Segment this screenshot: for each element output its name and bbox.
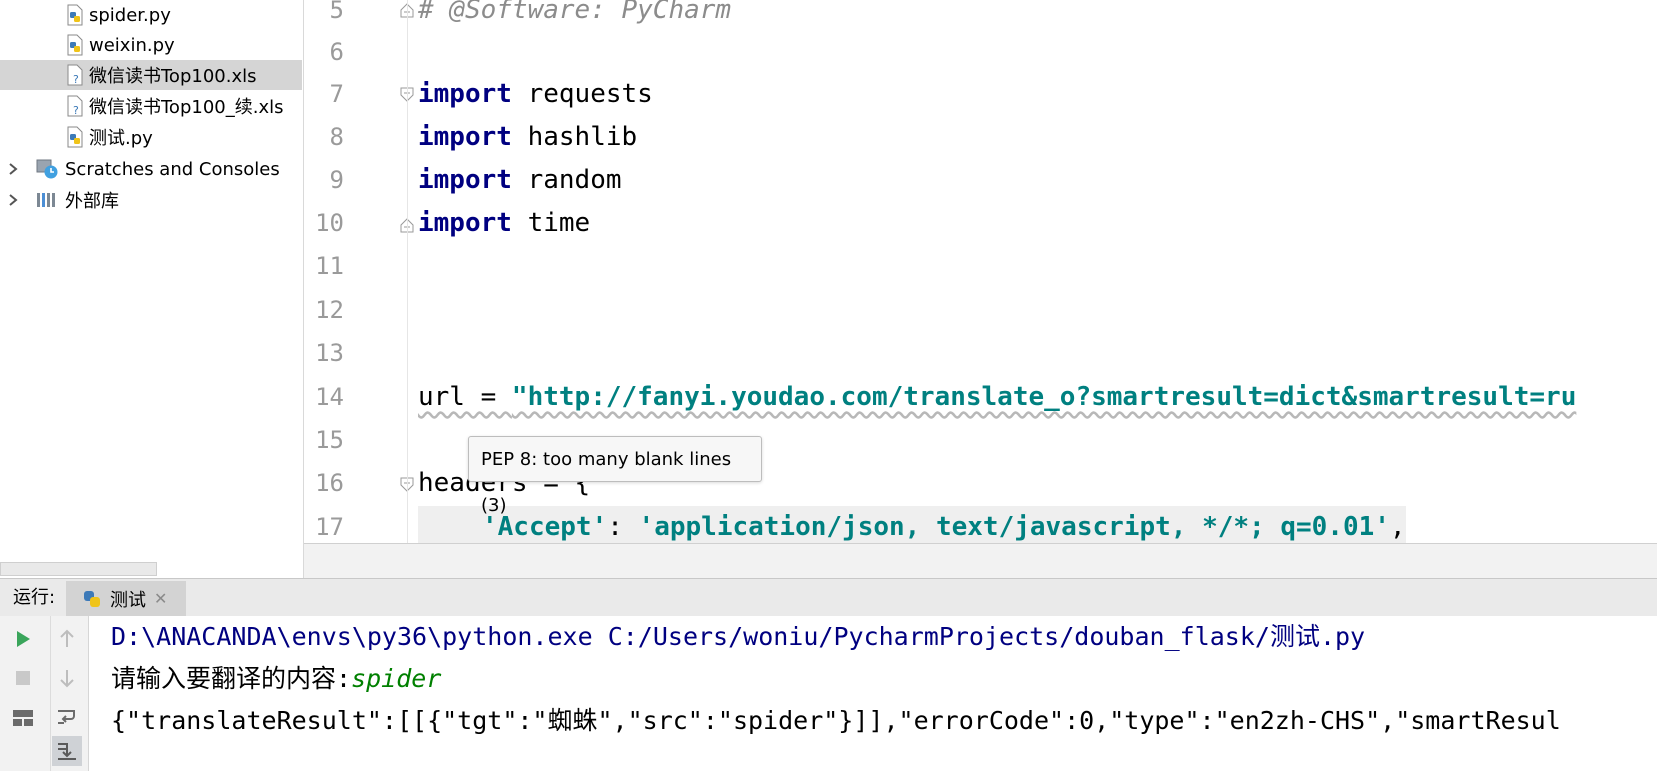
tree-item-top100-xls[interactable]: ? 微信读书Top100.xls <box>0 60 302 90</box>
code-line-5[interactable]: # @Software: PyCharm <box>418 0 731 32</box>
run-tab-label: 测试 <box>110 589 146 611</box>
arrow-down-icon <box>60 670 74 688</box>
arrow-up-icon <box>60 629 74 647</box>
close-icon[interactable]: ✕ <box>154 589 167 608</box>
tree-item-label: weixin.py <box>89 34 175 56</box>
tree-item-spider-py[interactable]: spider.py <box>66 0 296 30</box>
tree-item-label: 测试.py <box>89 128 153 149</box>
svg-text:?: ? <box>73 73 79 86</box>
stop-button[interactable] <box>10 665 36 691</box>
line-number: 14 <box>315 383 344 411</box>
code-text: , <box>1389 512 1406 542</box>
line-number: 15 <box>315 426 344 454</box>
line-number: 9 <box>329 166 344 194</box>
tree-item-scratches[interactable]: Scratches and Consoles <box>0 154 300 184</box>
keyword: import <box>418 165 512 195</box>
chevron-right-icon[interactable] <box>7 162 19 176</box>
play-icon <box>17 631 30 647</box>
code-line-7[interactable]: import requests <box>418 73 653 116</box>
tree-item-label: spider.py <box>89 4 171 26</box>
chevron-right-icon[interactable] <box>7 193 19 207</box>
string-literal: 'application/json, text/javascript, */*;… <box>638 512 1390 542</box>
inspection-tooltip: PEP 8: too many blank lines (3) <box>468 436 762 516</box>
tree-item-top100-cont-xls[interactable]: ? 微信读书Top100_续.xls <box>66 91 301 121</box>
keyword: import <box>418 122 512 152</box>
tree-item-weixin-py[interactable]: weixin.py <box>66 30 296 60</box>
python-icon <box>84 590 100 607</box>
run-toolbar <box>0 616 89 771</box>
library-icon <box>36 189 60 211</box>
console-result-line: {"translateResult":[[{"tgt":"蜘蛛","src":"… <box>111 706 1561 735</box>
run-label: 运行: <box>13 587 56 608</box>
soft-wrap-button[interactable] <box>54 704 80 730</box>
scratches-icon <box>36 158 60 180</box>
unknown-file-icon: ? <box>66 64 84 86</box>
line-number: 13 <box>315 339 344 367</box>
line-number: 16 <box>315 469 344 497</box>
line-number: 5 <box>329 0 344 24</box>
module-name: hashlib <box>511 122 638 152</box>
restore-layout-button[interactable] <box>10 705 36 731</box>
line-number: 12 <box>315 296 344 324</box>
console-prompt-line: 请输入要翻译的内容:spider <box>111 658 441 700</box>
module-name: time <box>511 208 591 238</box>
keyword: import <box>418 79 512 109</box>
line-number: 11 <box>315 252 344 280</box>
string-literal: "http://fanyi.youdao.com/translate_o?sma… <box>511 382 1577 412</box>
unknown-file-icon: ? <box>66 95 84 117</box>
python-file-icon <box>66 126 84 148</box>
code-line-9[interactable]: import random <box>418 159 622 202</box>
stop-icon <box>16 671 30 685</box>
scroll-to-end-icon <box>58 743 76 760</box>
python-file-icon <box>66 34 84 56</box>
project-tool-window: spider.py weixin.py ? 微信读书Top100.xls ? 微… <box>0 0 304 578</box>
keyword: import <box>418 208 512 238</box>
scroll-up-button[interactable] <box>54 626 80 652</box>
soft-wrap-icon <box>58 710 75 724</box>
tree-item-label: Scratches and Consoles <box>65 158 280 180</box>
code-line-8[interactable]: import hashlib <box>418 116 637 159</box>
gutter-divider <box>407 0 408 543</box>
editor-gutter: 5 6 7 8 9 10 11 12 13 14 15 16 17 <box>304 0 414 543</box>
layout-icon <box>13 710 33 726</box>
tree-item-external-libs[interactable]: 外部库 <box>0 185 300 215</box>
scroll-to-end-button[interactable] <box>52 736 82 766</box>
console-prompt: 请输入要翻译的内容: <box>111 664 352 693</box>
toolbar-divider <box>50 616 51 771</box>
run-tab-test[interactable]: 测试 ✕ <box>66 581 186 616</box>
module-name: random <box>511 165 622 195</box>
python-file-icon <box>66 4 84 26</box>
scroll-down-button[interactable] <box>54 665 80 691</box>
tree-item-label: 微信读书Top100_续.xls <box>89 97 284 118</box>
run-tool-window-header: 运行: 测试 ✕ <box>0 578 1657 617</box>
line-number: 7 <box>329 80 344 108</box>
editor-horizontal-scrollbar[interactable] <box>304 543 1657 579</box>
code-text: url = <box>418 382 512 412</box>
console-output[interactable]: D:\ANACANDA\envs\py36\python.exe C:/User… <box>89 616 1657 771</box>
code-line-14[interactable]: url = "http://fanyi.youdao.com/translate… <box>418 376 1576 419</box>
module-name: requests <box>511 79 653 109</box>
line-number: 8 <box>329 123 344 151</box>
code-text: : <box>607 512 639 542</box>
svg-text:?: ? <box>73 104 79 117</box>
line-number: 6 <box>329 38 344 66</box>
console-user-input: spider <box>351 664 442 693</box>
rerun-button[interactable] <box>10 626 36 652</box>
project-horizontal-scrollbar[interactable] <box>0 562 157 576</box>
line-number: 10 <box>315 209 344 237</box>
console-command-line: D:\ANACANDA\envs\py36\python.exe C:/User… <box>111 622 1366 651</box>
tree-item-test-py[interactable]: 测试.py <box>66 122 296 152</box>
code-line-10[interactable]: import time <box>418 202 590 245</box>
tree-item-label: 微信读书Top100.xls <box>89 66 257 87</box>
tree-item-label: 外部库 <box>65 191 119 212</box>
